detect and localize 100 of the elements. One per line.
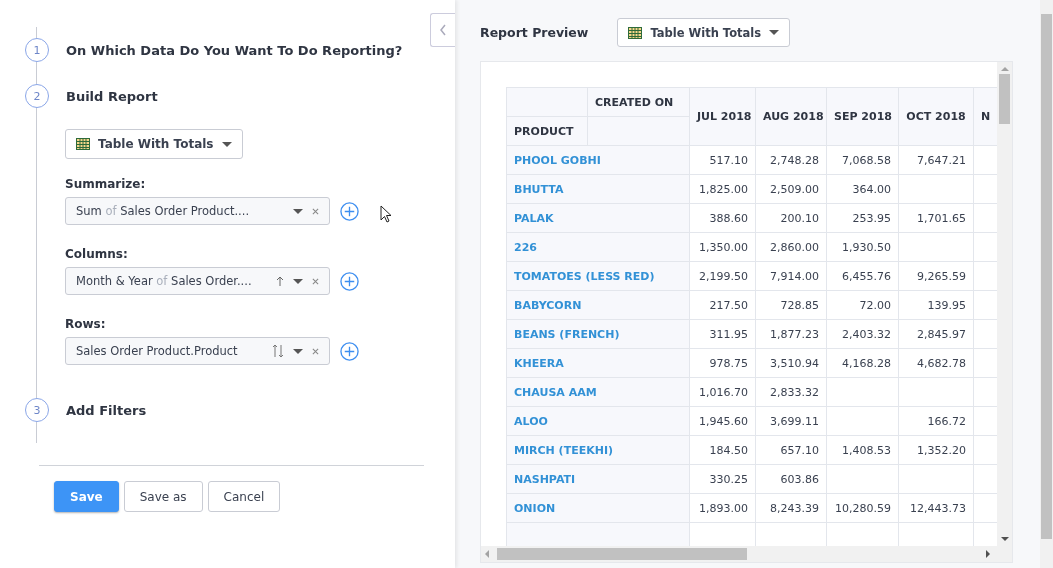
table-cell: 12,443.73 xyxy=(898,493,974,523)
table-cell: 1,877.23 xyxy=(755,319,827,349)
table-cell: 2,199.50 xyxy=(689,261,756,291)
table-cell: 1,352.20 xyxy=(898,435,974,465)
action-button[interactable]: Cancel xyxy=(207,481,281,512)
close-icon[interactable] xyxy=(312,277,319,285)
table-cell: 603.86 xyxy=(755,464,827,494)
table-cell: 330.25 xyxy=(689,464,756,494)
select-field[interactable]: Month & Year of Sales Order.... xyxy=(65,267,330,295)
table-cell: 217.50 xyxy=(689,290,756,320)
table-cell: 72.00 xyxy=(826,290,899,320)
column-header: SEP 2018 xyxy=(826,87,899,146)
product-link[interactable]: NASHPATI xyxy=(506,464,690,494)
view-dropdown[interactable]: Table With Totals xyxy=(65,129,243,159)
caret-icon xyxy=(221,141,232,147)
action-button[interactable]: Save as xyxy=(123,481,203,512)
chevron-left-icon xyxy=(439,24,447,36)
table-cell: 2,403.32 xyxy=(826,319,899,349)
column-header: AUG 2018 xyxy=(755,87,827,146)
scrollbar[interactable] xyxy=(997,62,1012,546)
step-title: On Which Data Do You Want To Do Reporting? xyxy=(66,42,403,58)
table-cell: 2,845.97 xyxy=(898,319,974,349)
table-cell: 657.10 xyxy=(755,435,827,465)
table-cell: 1,701.65 xyxy=(898,203,974,233)
product-link[interactable]: BHUTTA xyxy=(506,174,690,204)
table-cell: 1,825.00 xyxy=(689,174,756,204)
step-number: 3 xyxy=(25,398,49,422)
table-cell: 1,945.60 xyxy=(689,406,756,436)
select-field[interactable]: Sum of Sales Order Product.... xyxy=(65,197,330,225)
product-link[interactable]: PHOOL GOBHI xyxy=(506,145,690,175)
table-cell: 364.00 xyxy=(826,174,899,204)
table-cell: 6,455.76 xyxy=(826,261,899,291)
field-label: Summarize: xyxy=(65,177,147,191)
table-cell: 7,647.21 xyxy=(898,145,974,175)
table-cell: 1,016.70 xyxy=(689,377,756,407)
scrollbar[interactable] xyxy=(1040,0,1053,568)
table-cell: 2,748.28 xyxy=(755,145,827,175)
header-cell: CREATED ON xyxy=(587,87,690,117)
table-cell: 166.72 xyxy=(898,406,974,436)
table-cell: 10,280.59 xyxy=(826,493,899,523)
table-cell: 2,509.00 xyxy=(755,174,827,204)
product-link[interactable]: PALAK xyxy=(506,203,690,233)
sort-icon[interactable] xyxy=(272,344,284,358)
table-cell: 7,068.58 xyxy=(826,145,899,175)
close-icon[interactable] xyxy=(312,347,319,355)
table-cell: 4,682.78 xyxy=(898,348,974,378)
product-link[interactable]: 226 xyxy=(506,232,690,262)
table-cell: 9,265.59 xyxy=(898,261,974,291)
caret-icon xyxy=(293,348,303,354)
step-title: Build Report xyxy=(66,88,158,104)
table-cell: 4,168.28 xyxy=(826,348,899,378)
column-header: JUL 2018 xyxy=(689,87,756,146)
product-link[interactable]: ONION xyxy=(506,493,690,523)
caret-icon xyxy=(293,278,303,284)
table-cell: 200.10 xyxy=(755,203,827,233)
save-button[interactable]: Save xyxy=(54,481,119,512)
add-icon[interactable] xyxy=(340,201,359,221)
step-number: 1 xyxy=(25,38,49,62)
table-cell: 139.95 xyxy=(898,290,974,320)
collapse-button[interactable] xyxy=(430,13,455,47)
caret-icon xyxy=(293,208,303,214)
view-dropdown[interactable]: Table With Totals xyxy=(617,18,791,47)
product-link[interactable]: ALOO xyxy=(506,406,690,436)
table-cell: 1,408.53 xyxy=(826,435,899,465)
table-cell: 2,860.00 xyxy=(755,232,827,262)
table-cell: 1,350.00 xyxy=(689,232,756,262)
table-cell: 978.75 xyxy=(689,348,756,378)
scrollbar[interactable] xyxy=(481,546,1012,562)
table-cell: 2,833.32 xyxy=(755,377,827,407)
product-link[interactable]: KHEERA xyxy=(506,348,690,378)
step-title: Add Filters xyxy=(66,402,147,418)
table-cell: 1,893.00 xyxy=(689,493,756,523)
product-link[interactable]: MIRCH (TEEKHI) xyxy=(506,435,690,465)
step-number: 2 xyxy=(25,84,49,108)
add-icon[interactable] xyxy=(340,341,359,361)
cursor-icon xyxy=(380,205,392,223)
table-cell: 388.60 xyxy=(689,203,756,233)
header-cell: PRODUCT xyxy=(506,116,588,146)
product-link[interactable]: BABYCORN xyxy=(506,290,690,320)
add-icon[interactable] xyxy=(340,271,359,291)
table-icon xyxy=(76,138,90,150)
column-header: OCT 2018 xyxy=(898,87,974,146)
table-cell: 3,510.94 xyxy=(755,348,827,378)
close-icon[interactable] xyxy=(312,207,319,215)
table-cell: 311.95 xyxy=(689,319,756,349)
table-cell: 7,914.00 xyxy=(755,261,827,291)
product-link[interactable]: TOMATOES (LESS RED) xyxy=(506,261,690,291)
table-cell: 184.50 xyxy=(689,435,756,465)
table-cell: 1,930.50 xyxy=(826,232,899,262)
table-cell: 728.85 xyxy=(755,290,827,320)
caret-icon xyxy=(769,30,780,35)
table-cell: 3,699.11 xyxy=(755,406,827,436)
preview-title: Report Preview xyxy=(480,25,589,40)
sort-up-icon[interactable] xyxy=(276,276,284,286)
table-cell: 253.95 xyxy=(826,203,899,233)
select-field[interactable]: Sales Order Product.Product xyxy=(65,337,330,365)
field-label: Columns: xyxy=(65,247,129,261)
column-header: N xyxy=(973,87,998,146)
product-link[interactable]: CHAUSA AAM xyxy=(506,377,690,407)
product-link[interactable]: BEANS (FRENCH) xyxy=(506,319,690,349)
